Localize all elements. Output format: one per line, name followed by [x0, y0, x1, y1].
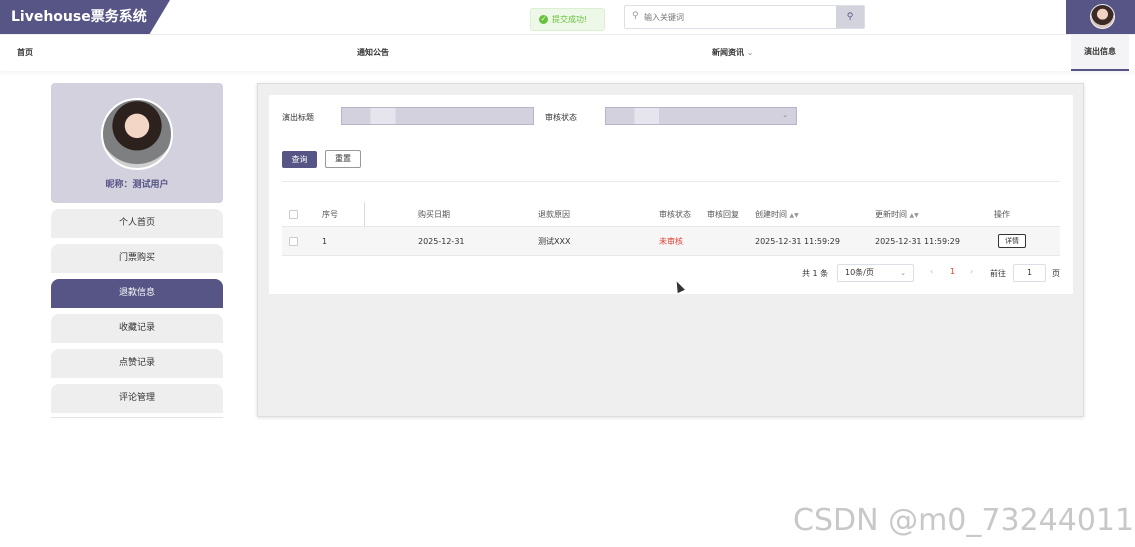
- avatar: [1090, 4, 1115, 29]
- title-filter-label: 演出标题: [282, 113, 314, 122]
- search-box: ⚲ ⚲: [624, 5, 865, 29]
- select-all-checkbox[interactable]: [289, 210, 298, 219]
- header-index: 序号: [322, 210, 338, 219]
- nav-item-home[interactable]: 首页: [17, 47, 33, 58]
- cell-reason: 测试XXX: [538, 237, 571, 246]
- cell-index: 1: [322, 237, 328, 246]
- pagination: 共 1 条 10条/页 ⌄ ‹ 1 › 前往 1 页: [269, 264, 1073, 282]
- cell-updated: 2025-12-31 11:59:29: [875, 237, 960, 246]
- search-icon: ⚲: [846, 12, 854, 22]
- avatar: [101, 98, 173, 170]
- nav-item-news-label: 新闻资讯: [712, 48, 744, 57]
- header-created-label: 创建时间: [755, 210, 787, 219]
- goto-page-input[interactable]: 1: [1013, 264, 1046, 282]
- refund-table: 序号 购买日期 退款原因 审核状态 审核回复 创建时间 ▲▼ 更新时间 ▲▼ 操…: [282, 202, 1060, 256]
- header-updated-label: 更新时间: [875, 210, 907, 219]
- user-avatar-button[interactable]: [1066, 0, 1135, 34]
- table-row: 1 2025-12-31 测试XXX 未审核 2025-12-31 11:59:…: [282, 227, 1060, 256]
- header-updated[interactable]: 更新时间 ▲▼: [875, 202, 919, 228]
- sidebar-item-likes[interactable]: 点赞记录: [51, 349, 223, 378]
- nav-item-shows[interactable]: 演出信息: [1071, 35, 1129, 71]
- header-status: 审核状态: [659, 210, 691, 219]
- title-filter-input[interactable]: [341, 107, 534, 125]
- prev-page-icon[interactable]: ‹: [930, 267, 933, 276]
- header-action: 操作: [994, 210, 1010, 219]
- nav-item-news[interactable]: 新闻资讯 ⌄: [712, 47, 754, 58]
- sidebar-item-home[interactable]: 个人首页: [51, 209, 223, 238]
- nav-item-notices[interactable]: 通知公告: [357, 47, 389, 58]
- search-input[interactable]: [644, 8, 834, 26]
- check-icon: ✓: [539, 15, 548, 24]
- top-bar: Livehouse票务系统 ✓ 提交成功! ⚲ ⚲: [0, 0, 1135, 35]
- sidebar-item-ticket-purchase[interactable]: 门票购买: [51, 244, 223, 273]
- sidebar-item-comments[interactable]: 评论管理: [51, 384, 223, 413]
- search-icon: ⚲: [632, 11, 639, 21]
- status-filter-select[interactable]: ⌄: [605, 107, 797, 125]
- cell-purchase-date: 2025-12-31: [418, 237, 465, 246]
- next-page-icon[interactable]: ›: [970, 267, 973, 276]
- chevron-down-icon: ⌄: [782, 111, 788, 119]
- profile-card: 昵称：测试用户: [51, 83, 223, 203]
- sort-icon[interactable]: ▲▼: [790, 212, 799, 219]
- pagination-total: 共 1 条: [802, 269, 829, 278]
- divider: [51, 417, 223, 418]
- table-header: 序号 购买日期 退款原因 审核状态 审核回复 创建时间 ▲▼ 更新时间 ▲▼ 操…: [282, 202, 1060, 227]
- sidebar-item-refund[interactable]: 退款信息: [51, 279, 223, 308]
- header-reply: 审核回复: [707, 210, 739, 219]
- header-created[interactable]: 创建时间 ▲▼: [755, 202, 799, 228]
- sort-icon[interactable]: ▲▼: [910, 212, 919, 219]
- user-sidebar: 昵称：测试用户 个人首页 门票购买 退款信息 收藏记录 点赞记录 评论管理: [51, 83, 223, 418]
- main-panel: 演出标题 审核状态 ⌄ 查询 重置 序号 购买日期 退款原因 审核状态 审核回复…: [257, 83, 1084, 417]
- success-toast: ✓ 提交成功!: [530, 8, 605, 31]
- search-button[interactable]: ⚲: [836, 6, 864, 28]
- main-nav: 首页 通知公告 新闻资讯 ⌄ 演出信息: [0, 35, 1135, 71]
- nickname: 昵称：测试用户: [105, 180, 169, 190]
- goto-label: 前往: [990, 269, 1006, 278]
- chevron-down-icon: ⌄: [746, 48, 754, 57]
- detail-button[interactable]: 详情: [998, 234, 1026, 248]
- watermark: CSDN @m0_73244011: [793, 503, 1135, 538]
- page-unit-label: 页: [1052, 269, 1060, 278]
- row-checkbox[interactable]: [289, 237, 298, 246]
- divider: [282, 181, 1060, 182]
- query-button[interactable]: 查询: [282, 151, 317, 168]
- page-size-select[interactable]: 10条/页 ⌄: [837, 264, 914, 282]
- page-size-value: 10条/页: [845, 268, 874, 277]
- header-reason: 退款原因: [538, 210, 570, 219]
- page-number[interactable]: 1: [950, 267, 955, 276]
- chevron-down-icon: ⌄: [900, 269, 906, 277]
- cell-created: 2025-12-31 11:59:29: [755, 237, 840, 246]
- sidebar-item-favorites[interactable]: 收藏记录: [51, 314, 223, 343]
- status-filter-label: 审核状态: [545, 113, 577, 122]
- header-purchase-date: 购买日期: [418, 210, 450, 219]
- refund-card: 演出标题 审核状态 ⌄ 查询 重置 序号 购买日期 退款原因 审核状态 审核回复…: [269, 95, 1073, 294]
- toast-text: 提交成功!: [552, 15, 588, 24]
- app-title[interactable]: Livehouse票务系统: [0, 0, 170, 34]
- reset-button[interactable]: 重置: [325, 150, 361, 168]
- cell-status: 未审核: [659, 237, 683, 246]
